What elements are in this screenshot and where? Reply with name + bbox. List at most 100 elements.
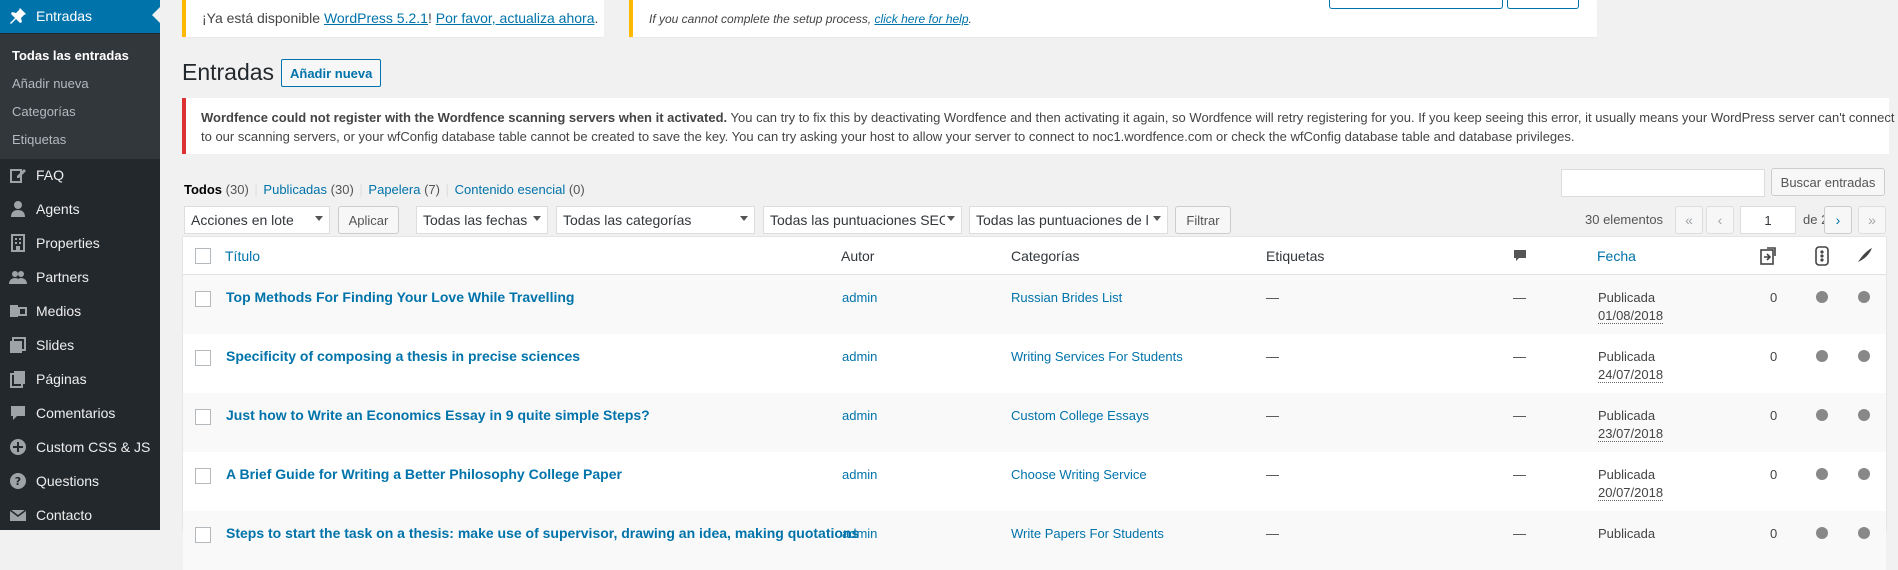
table-header: Título Autor Categorías Etiquetas Fecha [183, 237, 1886, 275]
view-sticky-label: Contenido esencial [454, 182, 566, 197]
search-input[interactable] [1561, 169, 1765, 197]
sidebar-item-medios[interactable]: Medios [0, 294, 160, 328]
post-title-link[interactable]: Top Methods For Finding Your Love While … [226, 289, 574, 305]
readability-filter-select[interactable]: Todas las puntuaciones de l [969, 206, 1168, 234]
comment-icon[interactable] [1513, 249, 1527, 266]
post-internal-links: 0 [1770, 408, 1778, 423]
submenu-categories[interactable]: Categorías [12, 104, 76, 119]
sidebar-item-agents[interactable]: Agents [0, 192, 160, 226]
category-filter-select[interactable]: Todas las categorías [556, 206, 755, 234]
post-comments: — [1513, 349, 1526, 364]
post-title-link[interactable]: A Brief Guide for Writing a Better Philo… [226, 466, 622, 482]
submenu-add-new[interactable]: Añadir nueva [12, 76, 89, 91]
row-checkbox[interactable] [195, 527, 211, 543]
view-all[interactable]: Todos (30) [184, 182, 249, 197]
chevron-down-icon [533, 216, 541, 221]
select-all-checkbox[interactable] [195, 248, 211, 264]
submenu-tags[interactable]: Etiquetas [12, 132, 66, 147]
view-published-count: (30) [330, 182, 354, 197]
sidebar-item-contacto[interactable]: Contacto [0, 498, 160, 532]
sidebar-item-properties[interactable]: Properties [0, 226, 160, 260]
sidebar-item-custom-css-js[interactable]: Custom CSS & JS [0, 430, 160, 464]
admin-sidebar: Todas las entradas Añadir nueva Categorí… [0, 0, 160, 530]
row-checkbox[interactable] [195, 468, 211, 484]
search-posts-button[interactable]: Buscar entradas [1771, 168, 1885, 196]
sidebar-item-questions[interactable]: ? Questions [0, 464, 160, 498]
post-title-link[interactable]: Steps to start the task on a thesis: mak… [226, 525, 859, 541]
row-checkbox[interactable] [195, 409, 211, 425]
pin-icon [0, 7, 36, 25]
wordfence-error-line2: to our scanning servers, or your wfConfi… [201, 129, 1575, 144]
view-trash[interactable]: Papelera (7) [368, 182, 440, 197]
view-trash-label: Papelera [368, 182, 421, 197]
first-page-button[interactable]: « [1675, 206, 1703, 234]
filter-button[interactable]: Filtrar [1175, 206, 1231, 234]
date-column-header[interactable]: Fecha [1597, 248, 1636, 264]
post-tags: — [1266, 467, 1279, 482]
post-date: 23/07/2018 [1598, 426, 1664, 442]
chevron-down-icon [947, 216, 955, 221]
post-comments: — [1513, 467, 1526, 482]
view-published-label: Publicadas [263, 182, 328, 197]
view-published[interactable]: Publicadas (30) [263, 182, 353, 197]
post-status: Publicada [1598, 349, 1656, 364]
date-filter-select[interactable]: Todas las fechas [416, 206, 548, 234]
wordfence-error-notice: Wordfence could not register with the Wo… [182, 98, 1894, 154]
post-author-link[interactable]: admin [842, 349, 877, 364]
chevron-down-icon [1153, 216, 1161, 221]
post-tags: — [1266, 290, 1279, 305]
post-category-link[interactable]: Write Papers For Students [1011, 526, 1164, 541]
post-author-link[interactable]: admin [842, 408, 877, 423]
edit-icon [0, 166, 36, 184]
next-page-button[interactable]: › [1824, 206, 1852, 234]
wordfence-error-title: Wordfence could not register with the Wo… [201, 110, 728, 125]
post-title-link[interactable]: Just how to Write an Economics Essay in … [226, 407, 650, 423]
post-category-link[interactable]: Custom College Essays [1011, 408, 1149, 423]
row-checkbox[interactable] [195, 350, 211, 366]
row-checkbox[interactable] [195, 291, 211, 307]
seo-score-filter-select[interactable]: Todas las puntuaciones SEO [763, 206, 962, 234]
last-page-button[interactable]: » [1858, 206, 1886, 234]
wordpress-version-link[interactable]: WordPress 5.2.1 [324, 10, 428, 26]
post-category-link[interactable]: Choose Writing Service [1011, 467, 1147, 482]
view-trash-count: (7) [424, 182, 440, 197]
seo-score-dot [1816, 527, 1828, 539]
post-title-link[interactable]: Specificity of composing a thesis in pre… [226, 348, 580, 364]
readability-score-dot [1858, 291, 1870, 303]
sidebar-item-páginas[interactable]: Páginas [0, 362, 160, 396]
setup-primary-button[interactable] [1329, 0, 1503, 9]
prev-page-button[interactable]: ‹ [1706, 206, 1734, 234]
post-author-link[interactable]: admin [842, 290, 877, 305]
date-filter-value: Todas las fechas [423, 212, 528, 228]
slides-icon [0, 336, 36, 354]
sidebar-item-partners[interactable]: Partners [0, 260, 160, 294]
post-author-link[interactable]: admin [842, 526, 877, 541]
current-page-input[interactable]: 1 [1740, 206, 1796, 234]
setup-secondary-button[interactable] [1507, 0, 1579, 9]
view-sticky[interactable]: Contenido esencial (0) [455, 182, 585, 197]
sidebar-item-slides[interactable]: Slides [0, 328, 160, 362]
comment-icon [0, 404, 36, 422]
post-category-link[interactable]: Russian Brides List [1011, 290, 1122, 305]
post-date: 24/07/2018 [1598, 367, 1664, 383]
update-notice-prefix: ¡Ya está disponible [202, 10, 324, 26]
post-status: Publicada [1598, 526, 1656, 541]
sidebar-item-comentarios[interactable]: Comentarios [0, 396, 160, 430]
setup-help-link[interactable]: click here for help [874, 12, 968, 26]
post-category-link[interactable]: Writing Services For Students [1011, 349, 1183, 364]
update-now-link[interactable]: Por favor, actualiza ahora [436, 10, 595, 26]
post-internal-links: 0 [1770, 349, 1778, 364]
sidebar-item-entradas[interactable]: Entradas [0, 0, 160, 33]
title-column-header[interactable]: Título [225, 248, 260, 264]
setup-notice: If you cannot complete the setup process… [629, 0, 1597, 37]
seo-score-icon [1815, 246, 1829, 269]
question-icon: ? [0, 472, 36, 490]
submenu-all-posts[interactable]: Todas las entradas [12, 48, 129, 63]
apply-button[interactable]: Aplicar [338, 206, 399, 234]
post-author-link[interactable]: admin [842, 467, 877, 482]
update-notice-suffix: . [594, 10, 599, 26]
sidebar-item-faq[interactable]: FAQ [0, 158, 160, 192]
add-new-button[interactable]: Añadir nueva [281, 59, 382, 87]
sidebar-item-label: Páginas [36, 371, 87, 387]
bulk-actions-select[interactable]: Acciones en lote [184, 206, 330, 234]
